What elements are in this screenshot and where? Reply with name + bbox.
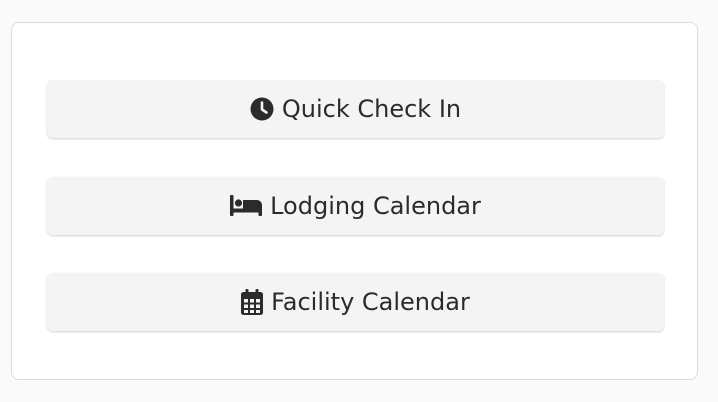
quick-check-in-button[interactable]: Quick Check In [47, 80, 664, 138]
lodging-calendar-button[interactable]: Lodging Calendar [47, 177, 664, 235]
actions-panel: Quick Check In Lodging Calendar Facility… [11, 22, 698, 380]
lodging-calendar-label: Lodging Calendar [270, 192, 481, 220]
facility-calendar-button[interactable]: Facility Calendar [47, 273, 664, 331]
clock-icon [250, 97, 274, 121]
facility-calendar-label: Facility Calendar [271, 288, 470, 316]
quick-check-in-label: Quick Check In [281, 95, 462, 123]
bed-icon [230, 195, 263, 217]
calendar-icon [241, 289, 264, 315]
